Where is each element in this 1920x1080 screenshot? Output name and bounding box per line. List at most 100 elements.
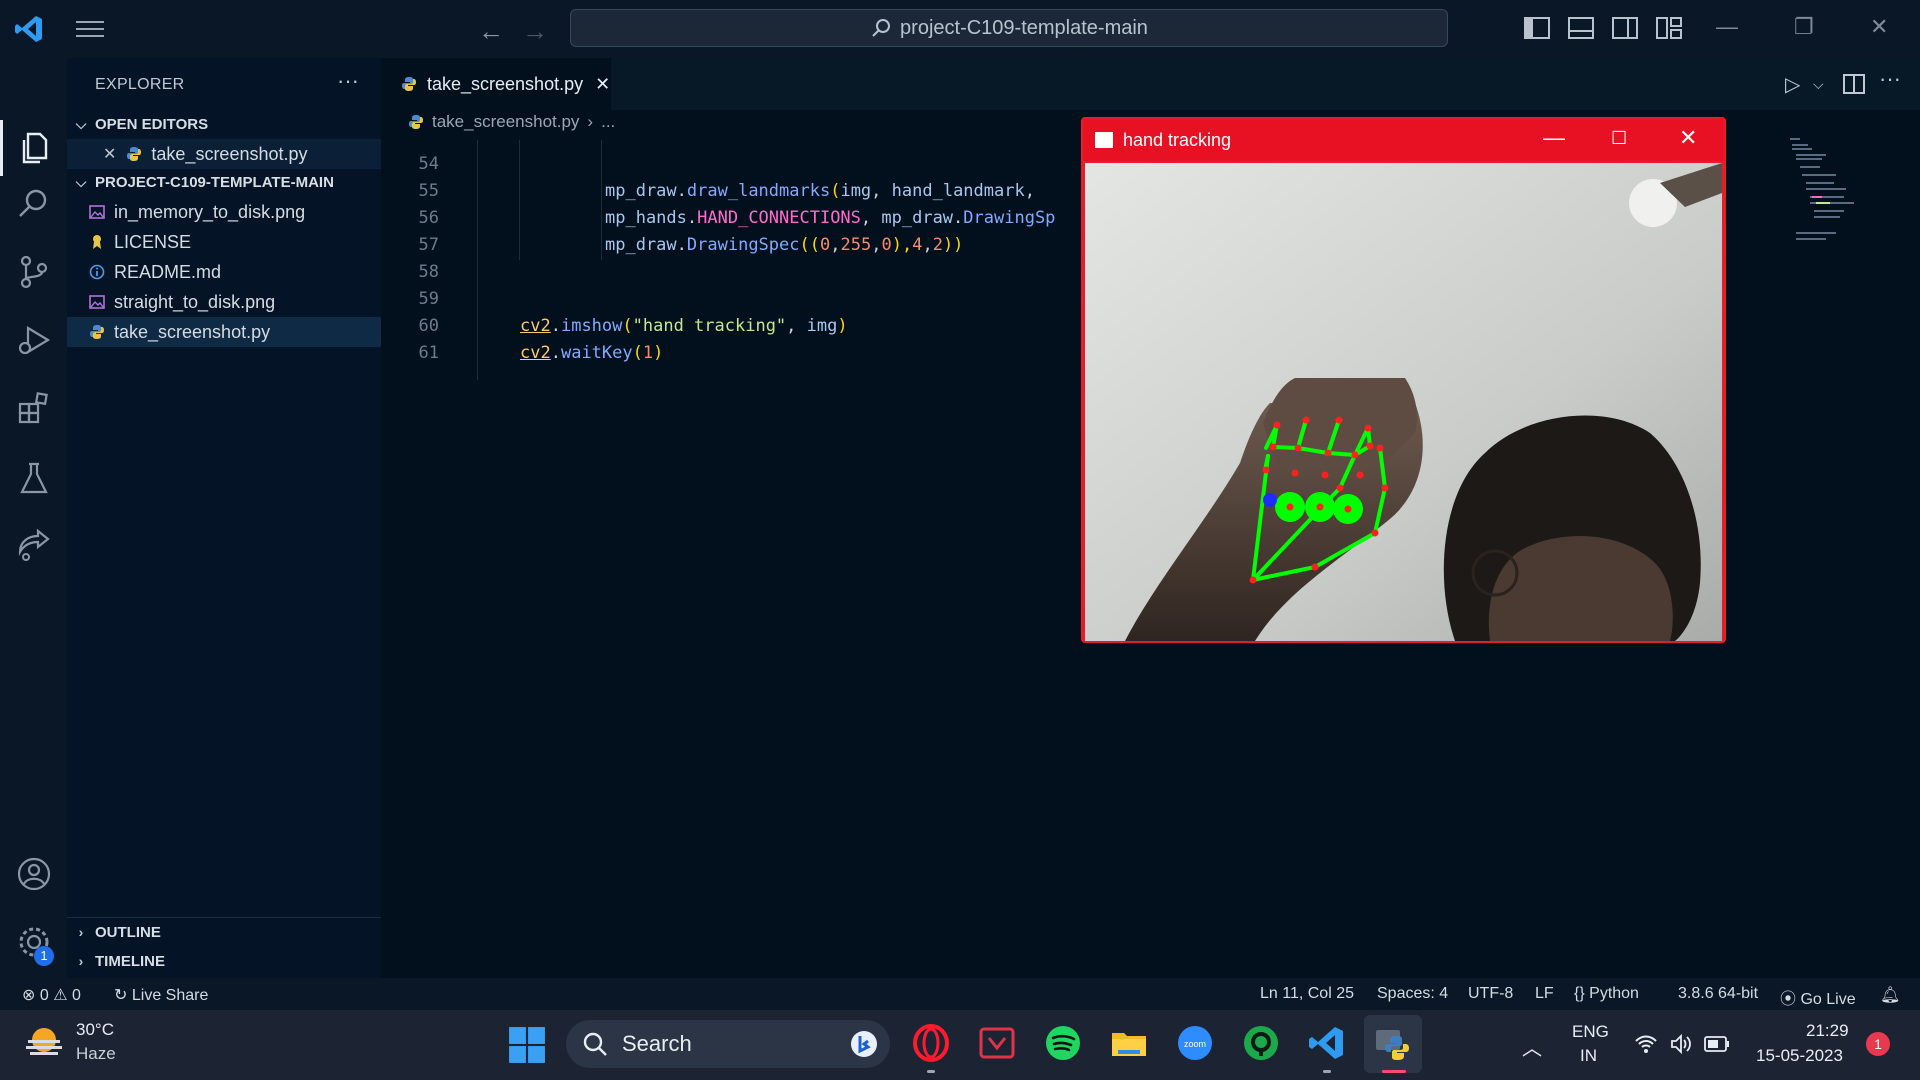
command-center-search[interactable]: project-C109-template-main xyxy=(570,9,1448,47)
python-file-icon xyxy=(402,77,416,91)
timeline-section[interactable]: › TIMELINE xyxy=(67,947,381,975)
show-hidden-icons-chevron-icon[interactable]: ︿ xyxy=(1522,1032,1542,1061)
close-icon[interactable]: ✕ xyxy=(1870,14,1888,40)
windows-start-icon[interactable] xyxy=(508,1026,546,1064)
file-item[interactable]: in_memory_to_disk.png xyxy=(67,197,381,227)
run-and-debug-icon[interactable] xyxy=(16,322,52,358)
breadcrumb-file[interactable]: take_screenshot.py xyxy=(432,112,579,132)
project-folder-section[interactable]: ⌵ PROJECT-C109-TEMPLATE-MAIN xyxy=(67,168,381,196)
notifications-bell-icon[interactable]: 🔔︎ xyxy=(1880,985,1900,1005)
volume-icon[interactable] xyxy=(1670,1034,1692,1054)
live-share-icon[interactable] xyxy=(16,528,52,564)
python-taskbar-icon[interactable] xyxy=(1374,1024,1412,1062)
breadcrumb-symbol[interactable]: ... xyxy=(601,112,615,132)
explorer-sidebar: EXPLORER ··· ⌵ OPEN EDITORS ✕ take_scree… xyxy=(67,58,381,978)
testing-flask-icon[interactable] xyxy=(16,460,52,496)
minimize-icon[interactable]: — xyxy=(1716,14,1738,40)
running-indicator xyxy=(1323,1070,1331,1073)
close-tab-icon[interactable]: ✕ xyxy=(595,74,610,95)
notification-center-badge[interactable]: 1 xyxy=(1866,1032,1890,1056)
language-indicator-top[interactable]: ENG xyxy=(1572,1022,1609,1042)
vscode-taskbar-icon[interactable] xyxy=(1308,1024,1346,1062)
run-python-file-icon[interactable]: ▷ xyxy=(1785,72,1800,97)
weather-haze-icon[interactable] xyxy=(24,1022,64,1062)
line-number: 59 xyxy=(418,289,439,309)
file-item-selected[interactable]: take_screenshot.py xyxy=(67,317,381,347)
language-mode[interactable]: {} Python xyxy=(1574,985,1639,1003)
problems-indicator[interactable]: ⊗ 0 ⚠ 0 xyxy=(22,985,81,1005)
info-file-icon xyxy=(89,264,105,280)
hand-tracking-titlebar[interactable]: hand tracking — ☐ ✕ xyxy=(1083,119,1724,161)
live-share-icon: ↻ xyxy=(114,987,128,1004)
run-dropdown-chevron-icon[interactable]: ⌵ xyxy=(1813,76,1824,93)
file-name: straight_to_disk.png xyxy=(114,291,276,312)
explorer-files-icon[interactable] xyxy=(16,130,52,166)
wifi-icon[interactable] xyxy=(1634,1034,1658,1054)
search-icon xyxy=(872,19,891,37)
go-live-button[interactable]: ⦿ Go Live xyxy=(1780,985,1856,1009)
license-file-icon xyxy=(93,235,101,249)
outline-section[interactable]: › OUTLINE xyxy=(67,917,381,946)
clock-date[interactable]: 15-05-2023 xyxy=(1756,1046,1843,1066)
vscode-logo-icon[interactable] xyxy=(14,14,44,44)
gitkraken-icon[interactable] xyxy=(1242,1024,1280,1062)
editor-more-actions-icon[interactable]: ··· xyxy=(1879,66,1901,92)
hand-tracking-window[interactable]: hand tracking — ☐ ✕ xyxy=(1081,117,1726,643)
encoding-setting[interactable]: UTF-8 xyxy=(1468,985,1513,1003)
svg-text:zoom: zoom xyxy=(1184,1039,1206,1049)
battery-icon[interactable] xyxy=(1704,1035,1730,1053)
split-editor-icon[interactable] xyxy=(1843,74,1865,94)
language-indicator-bottom[interactable]: IN xyxy=(1580,1046,1597,1066)
open-editor-filename: take_screenshot.py xyxy=(151,143,308,164)
python-file-icon xyxy=(127,147,142,161)
indent-guide xyxy=(601,140,602,260)
weather-temperature[interactable]: 30°C xyxy=(76,1020,114,1040)
taskbar-search-box[interactable]: Search xyxy=(566,1020,890,1068)
indent-guide xyxy=(519,140,520,260)
file-item[interactable]: README.md xyxy=(67,257,381,287)
extensions-icon[interactable] xyxy=(16,390,52,426)
bing-chat-icon[interactable] xyxy=(850,1030,878,1058)
maximize-icon[interactable]: ☐ xyxy=(1611,128,1627,149)
opera-browser-icon[interactable] xyxy=(912,1024,950,1062)
file-item[interactable]: straight_to_disk.png xyxy=(67,287,381,317)
timeline-label: TIMELINE xyxy=(95,952,165,970)
tab-take-screenshot[interactable]: take_screenshot.py ✕ xyxy=(381,58,611,110)
accounts-icon[interactable] xyxy=(16,856,52,892)
zoom-icon[interactable]: zoom xyxy=(1176,1024,1214,1062)
windows-taskbar: 30°C Haze Search zoom ︿ ENG IN 21:29 15-… xyxy=(0,1010,1920,1080)
cursor-position[interactable]: Ln 11, Col 25 xyxy=(1260,985,1354,1003)
python-interpreter[interactable]: 3.8.6 64-bit xyxy=(1678,985,1758,1003)
search-icon[interactable] xyxy=(16,186,52,222)
file-name: LICENSE xyxy=(114,231,192,252)
live-share-status[interactable]: ↻ Live Share xyxy=(114,985,208,1005)
toggle-primary-sidebar-icon[interactable] xyxy=(1524,16,1550,40)
more-actions-button[interactable]: ··· xyxy=(337,68,359,94)
outline-label: OUTLINE xyxy=(95,923,161,941)
open-editor-item[interactable]: ✕ take_screenshot.py xyxy=(67,139,381,169)
toggle-panel-icon[interactable] xyxy=(1568,16,1594,40)
back-arrow-icon[interactable]: ← xyxy=(478,16,504,47)
file-explorer-icon[interactable] xyxy=(1110,1024,1148,1062)
open-editors-section[interactable]: ⌵ OPEN EDITORS xyxy=(67,110,381,138)
forward-arrow-icon[interactable]: → xyxy=(522,16,548,47)
close-editor-icon[interactable]: ✕ xyxy=(103,144,116,164)
indentation-setting[interactable]: Spaces: 4 xyxy=(1377,985,1448,1003)
hamburger-menu-icon[interactable] xyxy=(76,20,104,38)
snipping-tool-icon[interactable] xyxy=(978,1024,1016,1062)
source-control-icon[interactable] xyxy=(16,254,52,290)
eol-setting[interactable]: LF xyxy=(1535,985,1554,1003)
customize-layout-icon[interactable] xyxy=(1656,16,1682,40)
file-name: README.md xyxy=(114,261,222,282)
close-icon[interactable]: ✕ xyxy=(1679,125,1697,151)
clock-time[interactable]: 21:29 xyxy=(1806,1021,1849,1041)
weather-condition[interactable]: Haze xyxy=(76,1044,116,1064)
restore-icon[interactable]: ❐ xyxy=(1794,14,1814,40)
title-bar: ← → project-C109-template-main — ❐ ✕ xyxy=(0,0,1920,58)
minimize-icon[interactable]: — xyxy=(1543,125,1565,151)
toggle-secondary-sidebar-icon[interactable] xyxy=(1612,16,1638,40)
minimap[interactable] xyxy=(1786,136,1876,266)
spotify-icon[interactable] xyxy=(1044,1024,1082,1062)
file-item[interactable]: LICENSE xyxy=(67,227,381,257)
line-number: 58 xyxy=(418,262,439,282)
